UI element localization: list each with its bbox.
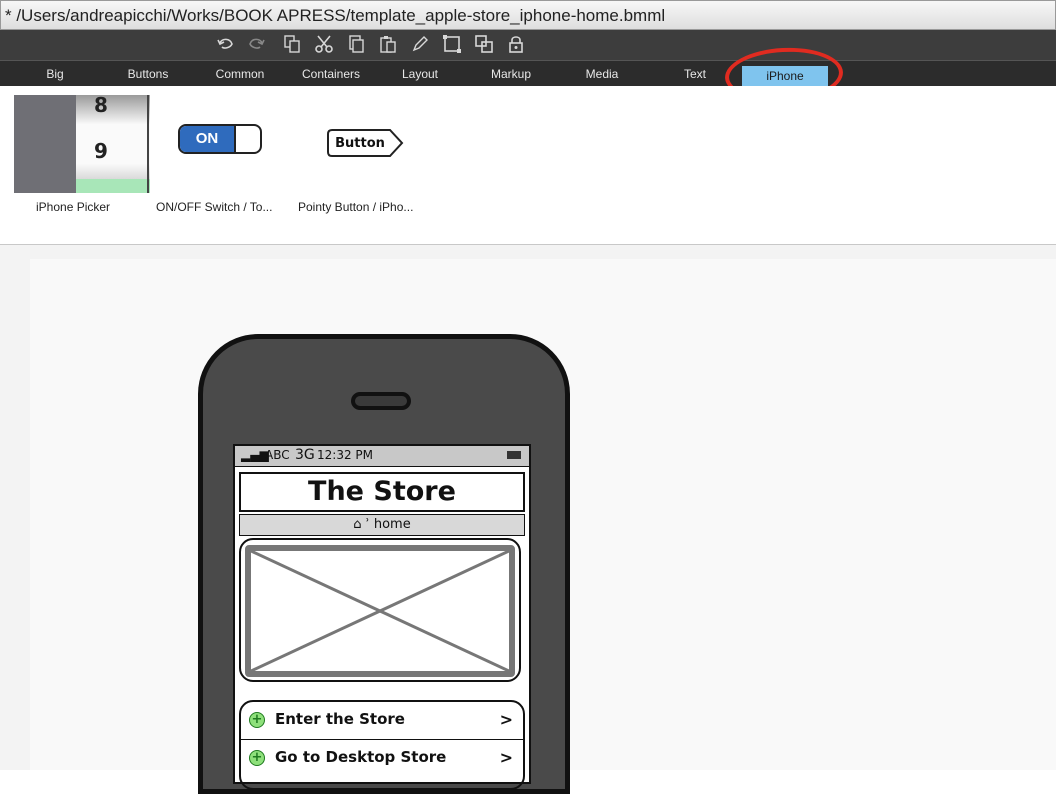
- cut-icon[interactable]: [314, 34, 334, 54]
- breadcrumb-separator-icon: ʾ: [365, 517, 370, 532]
- plus-icon: +: [249, 712, 265, 728]
- mockup-breadcrumb: ⌂ ʾ home: [239, 514, 525, 536]
- tab-buttons[interactable]: Buttons: [112, 65, 184, 85]
- battery-icon: [507, 451, 521, 459]
- paste-icon[interactable]: [378, 34, 398, 54]
- pointy-button-label: Button: [335, 136, 385, 151]
- component-caption: iPhone Picker: [36, 200, 111, 214]
- tab-containers[interactable]: Containers: [288, 65, 374, 85]
- component-library-strip: 8 9 iPhone Picker ON ON/OFF Switch / To.…: [0, 86, 1056, 245]
- picker-number: 9: [94, 139, 108, 163]
- carrier-label: ABC: [265, 448, 290, 462]
- tab-text[interactable]: Text: [668, 65, 722, 85]
- chevron-right-icon: >: [499, 710, 513, 729]
- picker-number: 8: [94, 95, 108, 117]
- list-item[interactable]: + Go to Desktop Store >: [241, 740, 523, 777]
- component-tabs: Big Buttons Common Containers Layout Mar…: [0, 60, 1056, 86]
- component-caption: Pointy Button / iPho...: [298, 200, 414, 214]
- redo-icon[interactable]: [246, 34, 266, 54]
- menu-list: + Enter the Store > + Go to Desktop Stor…: [239, 700, 525, 790]
- pointy-button-thumbnail[interactable]: Button: [326, 128, 406, 158]
- plus-icon: +: [249, 750, 265, 766]
- list-item[interactable]: + Enter the Store >: [241, 702, 523, 740]
- list-item-label: Enter the Store: [275, 710, 405, 728]
- network-label: 3G: [295, 447, 315, 463]
- component-caption: ON/OFF Switch / To...: [156, 200, 273, 214]
- lock-icon[interactable]: [506, 34, 526, 54]
- picker-separator: [147, 95, 149, 193]
- window-titlebar: * /Users/andreapicchi/Works/BOOK APRESS/…: [0, 0, 1056, 30]
- tab-common[interactable]: Common: [200, 65, 280, 85]
- phone-speaker: [351, 392, 411, 410]
- list-item-label: Go to Desktop Store: [275, 748, 447, 766]
- breadcrumb-home: home: [373, 517, 411, 532]
- toolbar: [0, 30, 1056, 60]
- ungroup-icon[interactable]: [474, 34, 494, 54]
- onoff-switch-thumbnail[interactable]: ON: [178, 124, 262, 154]
- home-icon: ⌂: [353, 517, 362, 532]
- tab-media[interactable]: Media: [572, 65, 632, 85]
- clone-icon[interactable]: [282, 34, 302, 54]
- mockup-title: The Store: [239, 472, 525, 512]
- group-icon[interactable]: [442, 34, 462, 54]
- switch-on-label: ON: [180, 126, 236, 152]
- phone-screen: ▂▄▆ ABC 3G 12:32 PM The Store ⌂ ʾ home +…: [233, 444, 531, 790]
- chevron-right-icon: >: [499, 748, 513, 767]
- iphone-mockup[interactable]: ▂▄▆ ABC 3G 12:32 PM The Store ⌂ ʾ home +…: [198, 334, 570, 794]
- copy-icon[interactable]: [346, 34, 366, 54]
- window-title: * /Users/andreapicchi/Works/BOOK APRESS/…: [5, 6, 666, 25]
- image-placeholder: [245, 545, 515, 677]
- tab-layout[interactable]: Layout: [388, 65, 452, 85]
- edit-icon[interactable]: [410, 34, 430, 54]
- tab-big[interactable]: Big: [30, 65, 80, 85]
- tab-markup[interactable]: Markup: [476, 65, 546, 85]
- status-bar: ▂▄▆ ABC 3G 12:32 PM: [235, 446, 529, 467]
- undo-icon[interactable]: [216, 34, 236, 54]
- picker-selection: [76, 179, 150, 193]
- iphone-picker-thumbnail[interactable]: 8 9: [14, 95, 150, 193]
- status-time: 12:32 PM: [317, 448, 373, 462]
